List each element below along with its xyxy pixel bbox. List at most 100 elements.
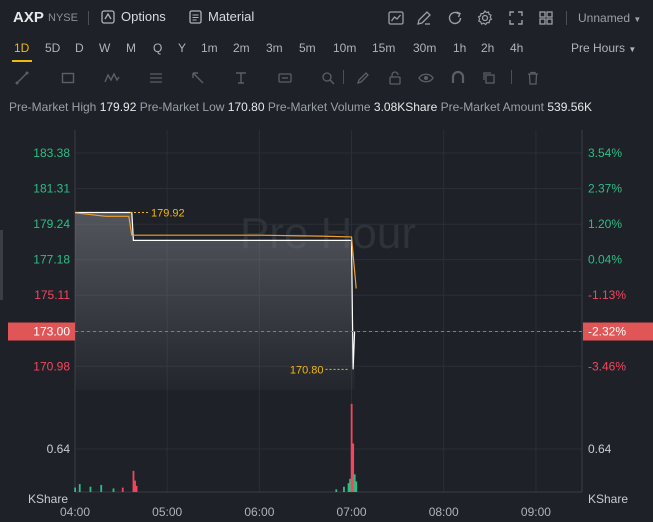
- refresh-icon[interactable]: [446, 9, 464, 27]
- timeframe-5m[interactable]: 5m: [299, 41, 316, 55]
- x-tick-label: 09:00: [521, 505, 551, 519]
- y-tick-right: 1.20%: [588, 217, 622, 231]
- chart-canvas[interactable]: Pre Hour179.92170.80183.38181.31179.2417…: [0, 120, 653, 522]
- exchange-label: NYSE: [48, 12, 78, 24]
- timeframe-q[interactable]: Q: [153, 41, 162, 55]
- y-tick-left: 170.98: [33, 359, 70, 373]
- amount-label: Pre-Market Amount: [440, 100, 544, 114]
- y-tick-left: 181.31: [33, 182, 70, 196]
- timeframe-2h[interactable]: 2h: [481, 41, 494, 55]
- volume-bar: [355, 481, 358, 492]
- volume-bar: [343, 486, 345, 492]
- low-marker-label: 170.80: [290, 364, 324, 376]
- x-tick-label: 04:00: [60, 505, 90, 519]
- copy-icon[interactable]: [481, 70, 497, 86]
- magnet-icon[interactable]: [450, 70, 466, 86]
- y-tick-left: 179.24: [33, 217, 70, 231]
- caret-down-icon: ▼: [633, 15, 642, 24]
- arrow-icon[interactable]: [190, 70, 206, 86]
- volume-bar: [121, 487, 124, 492]
- volume-bar: [100, 484, 103, 492]
- low-value: 170.80: [227, 100, 265, 114]
- x-tick-label: 05:00: [152, 505, 182, 519]
- y-tick-left: 177.18: [33, 253, 70, 267]
- y-tick-left: 173.00: [33, 325, 70, 339]
- timeframe-bar: 1D 5D D W M Q Y 1m 2m 3m 5m 10m 15m 30m 1h 2h 4h: [0, 38, 653, 60]
- timeframe-d[interactable]: D: [75, 41, 84, 55]
- high-value: 179.92: [99, 100, 137, 114]
- volume-bar: [74, 487, 76, 492]
- session-label: Pre Hours: [571, 41, 626, 55]
- timeframe-2m[interactable]: 2m: [233, 41, 250, 55]
- side-panel-handle[interactable]: [0, 230, 3, 300]
- lock-icon[interactable]: [387, 70, 403, 86]
- high-marker-label: 179.92: [151, 207, 185, 219]
- volume-bar: [352, 443, 355, 492]
- volume-bar: [78, 484, 81, 492]
- volume-bar: [89, 486, 92, 492]
- y-tick-right: -2.32%: [588, 325, 626, 339]
- y-tick-right: 0.04%: [588, 253, 622, 267]
- grid-layout-icon[interactable]: [537, 9, 555, 27]
- gear-icon[interactable]: [476, 9, 494, 27]
- rectangle-icon[interactable]: [60, 70, 76, 86]
- volume-bar: [353, 474, 356, 492]
- y-tick-right: 2.37%: [588, 182, 622, 196]
- pencil-icon[interactable]: [355, 70, 371, 86]
- low-label: Pre-Market Low: [139, 100, 225, 114]
- divider: [566, 11, 567, 25]
- x-tick-label: 08:00: [429, 505, 459, 519]
- options-icon: [101, 9, 115, 24]
- fibonacci-icon[interactable]: [148, 70, 164, 86]
- wave-pattern-icon[interactable]: [104, 70, 120, 86]
- volume-bar: [335, 489, 338, 492]
- y-tick-right: -3.46%: [588, 359, 626, 373]
- volume-value: 3.08KShare: [373, 100, 438, 114]
- zoom-icon[interactable]: [320, 70, 336, 86]
- volume-tick-left: 0.64: [47, 442, 71, 456]
- trash-icon[interactable]: [525, 70, 541, 86]
- timeframe-5d[interactable]: 5D: [45, 41, 60, 55]
- price-chart[interactable]: Pre Hour 179.92 170.80 183.38 181.31 179.24 17…: [0, 120, 653, 522]
- fullscreen-icon[interactable]: [507, 9, 525, 27]
- timeframe-15m[interactable]: 15m: [372, 41, 395, 55]
- eye-icon[interactable]: [418, 70, 434, 86]
- layout-selector[interactable]: Unnamed ▼: [578, 11, 641, 25]
- timeframe-m[interactable]: M: [126, 41, 136, 55]
- options-button[interactable]: Options: [101, 9, 166, 24]
- document-icon: [189, 9, 202, 24]
- drawing-toolbar: [0, 64, 653, 92]
- ticker-symbol[interactable]: AXP: [13, 9, 44, 26]
- timeframe-1h[interactable]: 1h: [453, 41, 466, 55]
- y-tick-left: 183.38: [33, 146, 70, 160]
- pre-market-stats: Pre-Market High 179.92 Pre-Market Low 17…: [9, 100, 592, 114]
- timeframe-30m[interactable]: 30m: [413, 41, 436, 55]
- divider: [88, 11, 89, 25]
- divider: [343, 70, 344, 84]
- material-button[interactable]: Material: [189, 9, 254, 24]
- measure-icon[interactable]: [277, 70, 293, 86]
- divider: [511, 70, 512, 84]
- text-tool-icon[interactable]: [233, 70, 249, 86]
- timeframe-4h[interactable]: 4h: [510, 41, 523, 55]
- volume-bar: [349, 478, 352, 492]
- material-label: Material: [208, 9, 255, 24]
- pen-icon[interactable]: [415, 9, 433, 27]
- timeframe-y[interactable]: Y: [178, 41, 186, 55]
- y-tick-right: -1.13%: [588, 288, 626, 302]
- timeframe-10m[interactable]: 10m: [333, 41, 356, 55]
- volume-bar: [135, 485, 138, 492]
- chart-type-icon[interactable]: [387, 9, 405, 27]
- top-toolbar: AXP NYSE Options Material Unnamed ▼: [0, 0, 653, 38]
- volume-bar: [350, 403, 353, 492]
- trend-line-icon[interactable]: [14, 70, 30, 86]
- volume-unit-left: KShare: [28, 492, 68, 506]
- timeframe-1d[interactable]: 1D: [14, 41, 29, 55]
- y-tick-right: 3.54%: [588, 146, 622, 160]
- timeframe-3m[interactable]: 3m: [266, 41, 283, 55]
- high-label: Pre-Market High: [9, 100, 97, 114]
- amount-value: 539.56K: [547, 100, 593, 114]
- timeframe-w[interactable]: W: [99, 41, 110, 55]
- timeframe-1m[interactable]: 1m: [201, 41, 218, 55]
- session-selector[interactable]: Pre Hours ▼: [571, 41, 636, 55]
